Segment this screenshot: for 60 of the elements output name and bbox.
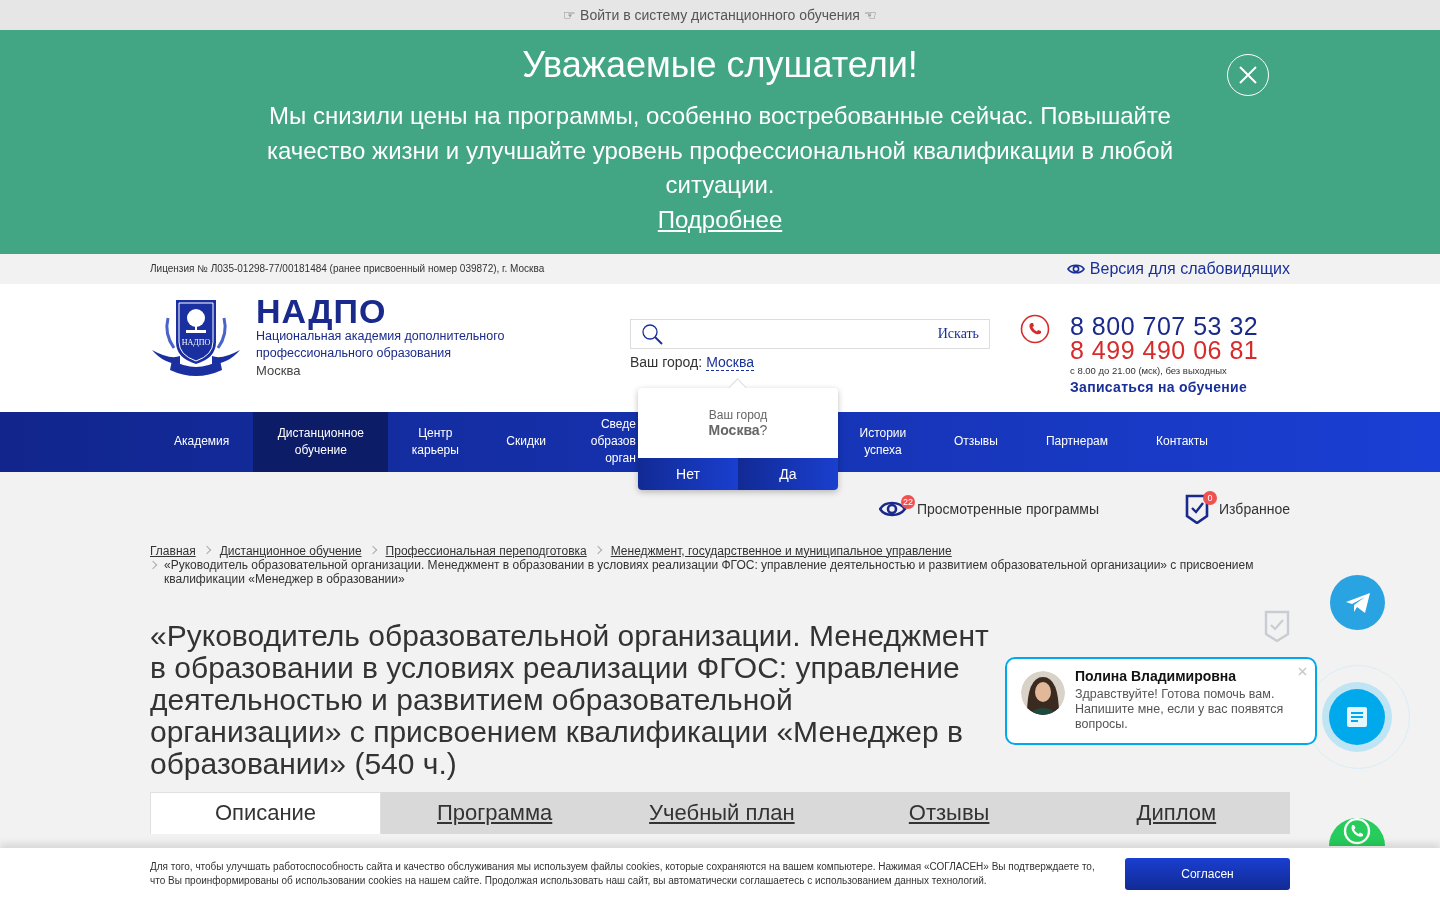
nav-item[interactable]: Центр карьеры <box>388 411 483 472</box>
close-icon <box>1238 65 1258 85</box>
nav-item[interactable]: Контакты <box>1132 411 1232 472</box>
nav-item[interactable]: Академия <box>150 411 254 472</box>
phone-number[interactable]: 8 499 490 06 81 <box>1070 337 1259 362</box>
chat-message: Здравствуйте! Готова помочь вам. Напишите мне, если у вас появятся вопросы. <box>1075 687 1285 732</box>
search-button[interactable]: Искать <box>937 325 979 342</box>
tab[interactable]: Учебный план <box>608 791 836 834</box>
nav-item[interactable]: Дистанционное обучение <box>253 411 389 472</box>
banner-text: Мы снизили цены на программы, особенно востребованные сейчас. Повышайте качество жизни и улучшайте уровень профессиональной квалификации в любой ситуации. <box>265 101 1175 200</box>
whatsapp-button[interactable] <box>1329 818 1385 846</box>
close-icon <box>1298 667 1307 676</box>
working-hours: с 8.00 до 21.00 (мск), без выходных <box>1070 364 1228 376</box>
phone-bubble-icon <box>1342 818 1372 846</box>
bookmark-icon <box>1185 493 1210 524</box>
breadcrumb-link[interactable]: Главная <box>150 543 196 558</box>
chat-icon <box>1346 706 1368 728</box>
emblem-logo: НАДПО <box>150 297 242 378</box>
widget-link[interactable]: 22 Просмотренные программы <box>878 493 1100 524</box>
banner-title: Уважаемые слушатели! <box>522 43 918 87</box>
breadcrumb-current: «Руководитель образовательной организации. Менеджмент в образовании в условиях реализации ФГОС: управление деятельностью и развитием образовательной организации» с присвоением квалификации «Менеджер в образовании» <box>164 557 1255 586</box>
nav-item[interactable]: Сведе образов орган <box>569 411 636 472</box>
popup-button[interactable]: Нет <box>638 457 738 490</box>
agent-name: Полина Владимировна <box>1075 668 1238 684</box>
page-title: «Руководитель образовательной организации. Менеджмент в образовании в условиях реализации ФГОС: управление деятельностью и развитием образовательной организации» с присвоением квалификации «Менеджер в образовании» (540 ч.) <box>150 619 990 780</box>
tab[interactable]: Описание <box>150 791 381 834</box>
paper-plane-icon <box>1344 591 1371 614</box>
nav-item[interactable]: Партнерам <box>1021 411 1132 472</box>
cookie-notice: Для того, чтобы улучшать работоспособность сайта и качество обслуживания мы используем файлы cookies, которые сохраняются на вашем компьютере. Нажимая «СОГЛАСЕН» Вы подтверждаете то, что Вы проинформированы об использовании cookies на нашем сайте. Продолжая использовать наш сайт, вы автоматически соглашаетесь с использованием данных технологий. <box>150 860 1096 888</box>
breadcrumb-link[interactable]: Дистанционное обучение <box>219 543 362 558</box>
widget-link[interactable]: 0 Избранное <box>1185 493 1290 524</box>
eye-icon <box>1066 262 1085 275</box>
license-text: Лицензия № Л035-01298-77/00181484 (ранее присвоенный номер 039872), г. Москва <box>150 263 545 274</box>
city-link[interactable]: Москва <box>706 353 754 371</box>
popup-city: Москва? <box>708 421 768 438</box>
nav-item[interactable]: Истории успеха <box>835 411 930 472</box>
tab[interactable]: Программа <box>381 791 609 834</box>
phone-number[interactable]: 8 800 707 53 32 <box>1070 313 1259 338</box>
nav-item[interactable]: Скидки <box>482 411 570 472</box>
signup-link[interactable]: Записаться на обучение <box>1070 378 1259 395</box>
tab[interactable]: Диплом <box>1062 791 1290 834</box>
city-label: Ваш город: <box>630 353 703 370</box>
close-button[interactable] <box>1298 667 1307 676</box>
tab[interactable]: Отзывы <box>835 791 1063 834</box>
phone-icon <box>1020 313 1050 344</box>
breadcrumb-link[interactable]: Профессиональная переподготовка <box>385 543 587 558</box>
brand-city: Москва <box>256 361 302 379</box>
count-badge: 22 <box>900 494 915 509</box>
agree-button[interactable]: Согласен <box>1125 858 1290 890</box>
search-icon <box>641 322 663 345</box>
breadcrumb-link[interactable]: Менеджмент, государственное и муниципальное управление <box>610 543 952 558</box>
low-vision-link[interactable]: Версия для слабовидящих <box>1066 259 1290 278</box>
telegram-button[interactable] <box>1330 575 1385 630</box>
count-badge: 0 <box>1203 490 1218 505</box>
login-link[interactable]: ☞ Войти в систему дистанционного обучения ☜ <box>563 7 877 23</box>
popup-button[interactable]: Да <box>738 457 838 490</box>
bookmark-icon <box>1264 609 1290 642</box>
popup-question: Ваш город <box>708 407 768 422</box>
search-field[interactable]: Искать <box>630 318 990 349</box>
nav-item[interactable]: Отзывы <box>929 411 1022 472</box>
